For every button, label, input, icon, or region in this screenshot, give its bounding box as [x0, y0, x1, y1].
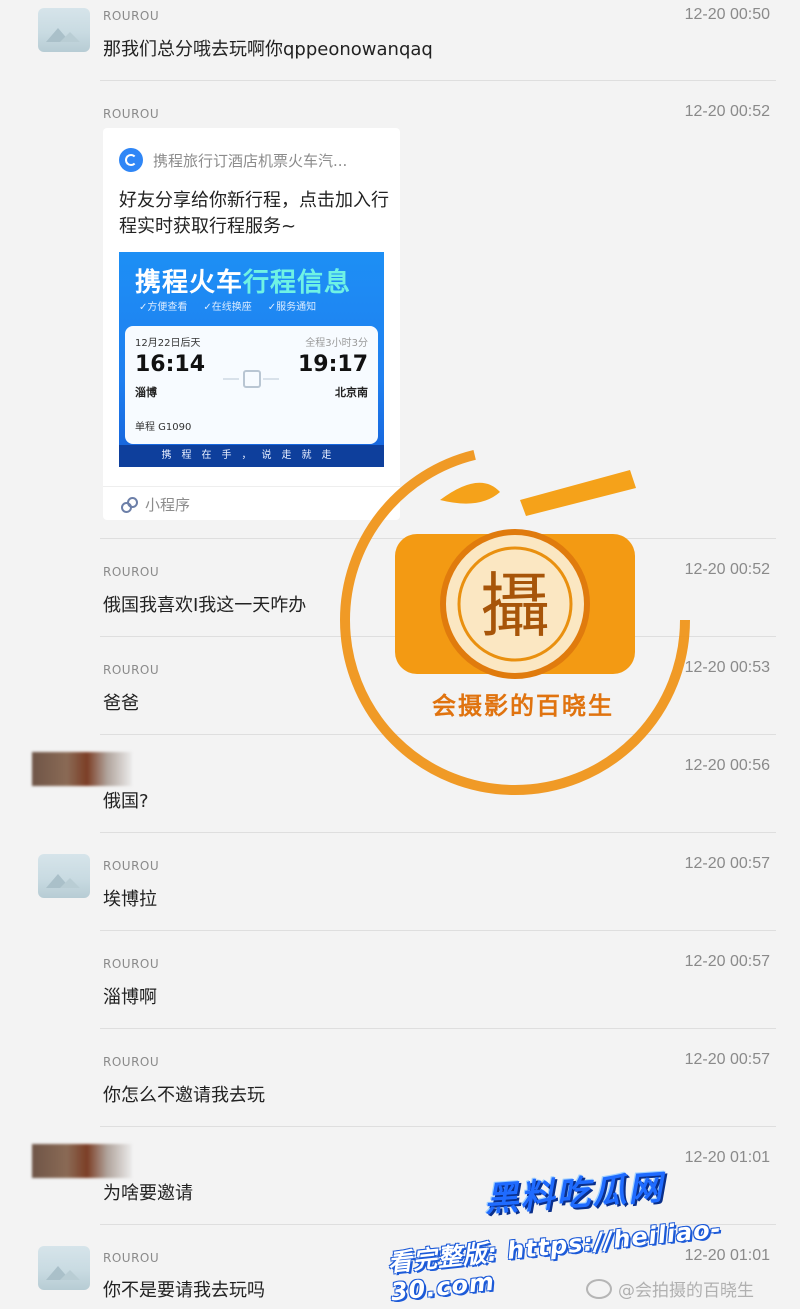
card-header: 携程旅行订酒店机票火车汽... [119, 148, 383, 172]
weibo-icon [586, 1278, 612, 1299]
message-text: 俄国? [103, 791, 149, 812]
camera-watermark-logo: 攝 [340, 445, 690, 795]
mini-program-label: 小程序 [121, 494, 190, 515]
message-text: 淄博啊 [103, 987, 157, 1008]
card-source: 携程旅行订酒店机票火车汽... [153, 151, 348, 170]
trip-number: 单程 G1090 [135, 422, 192, 433]
weibo-watermark: @会拍摄的百晓生 [586, 1276, 754, 1301]
sender-name: ROUROU [103, 859, 160, 873]
card-image-tags: ✓方便查看 ✓在线换座 ✓服务通知 [139, 298, 316, 313]
avatar[interactable] [38, 1246, 90, 1290]
weibo-handle: @会拍摄的百晓生 [618, 1281, 754, 1301]
avatar-mountain [60, 32, 80, 42]
avatar[interactable] [32, 1144, 132, 1178]
avatar[interactable] [38, 8, 90, 52]
sender-name: ROUROU [103, 565, 160, 579]
card-image-title: 携程火车行程信息 [135, 262, 351, 299]
sender-name: ROUROU [103, 957, 160, 971]
message-time: 12-20 00:50 [684, 6, 770, 23]
card-image-title-highlight: 行程信息 [243, 268, 352, 298]
route-line [223, 378, 239, 380]
message-text: 俄国我喜欢I我这一天咋办 [103, 595, 307, 616]
sender-name: ROUROU [103, 9, 160, 23]
message-time: 12-20 00:57 [684, 855, 770, 872]
message-text: 埃博拉 [103, 889, 157, 910]
route-line [263, 378, 279, 380]
message-text: 为啥要邀请 [103, 1183, 193, 1204]
avatar-mountain [60, 1270, 80, 1280]
mini-program-icon [121, 496, 138, 513]
avatar[interactable] [32, 752, 132, 786]
message-divider [100, 832, 776, 833]
avatar-mountain [60, 878, 80, 888]
message-text: 爸爸 [103, 693, 139, 714]
card-image-tag: ✓在线换座 [203, 302, 252, 313]
ticket-panel: 12月22日后天 全程3小时3分 16:14 19:17 淄博 北京南 单程 G… [125, 326, 378, 444]
avatar[interactable] [38, 854, 90, 898]
ticket-duration: 全程3小时3分 [305, 338, 368, 349]
message-time: 12-20 01:01 [684, 1149, 770, 1166]
message-text: 那我们总分哦去玩啊你qppeonowanqaq [103, 39, 433, 60]
arrive-station: 北京南 [335, 386, 368, 399]
message-time: 12-20 00:57 [684, 1051, 770, 1068]
logo-character: 攝 [480, 565, 550, 647]
message-divider [100, 1126, 776, 1127]
message-divider [100, 1028, 776, 1029]
card-image-tag: ✓服务通知 [267, 302, 317, 313]
depart-time: 16:14 [135, 352, 206, 377]
sender-name: ROUROU [103, 1251, 160, 1265]
message-time: 12-20 00:57 [684, 953, 770, 970]
depart-station: 淄博 [135, 386, 157, 399]
sender-name: ROUROU [103, 1055, 160, 1069]
watermark-caption: 会摄影的百晓生 [432, 691, 614, 720]
arrive-time: 19:17 [297, 352, 368, 377]
mini-program-text: 小程序 [145, 496, 191, 514]
message-text: 你不是要请我去玩吗 [103, 1280, 265, 1301]
card-image-title-main: 携程火车 [135, 268, 244, 298]
sender-name: ROUROU [103, 663, 160, 677]
ticket-date: 12月22日后天 [135, 338, 201, 349]
message-text: 你怎么不邀请我去玩 [103, 1085, 265, 1106]
message-divider [100, 80, 776, 81]
card-description: 好友分享给你新行程，点击加入行程实时获取行程服务~ [119, 190, 389, 237]
ctrip-logo-icon [119, 148, 143, 172]
message-divider [100, 930, 776, 931]
sender-name: ROUROU [103, 107, 160, 121]
card-image-tag: ✓方便查看 [139, 302, 188, 313]
train-icon [243, 370, 261, 388]
message-time: 12-20 00:52 [684, 103, 770, 120]
